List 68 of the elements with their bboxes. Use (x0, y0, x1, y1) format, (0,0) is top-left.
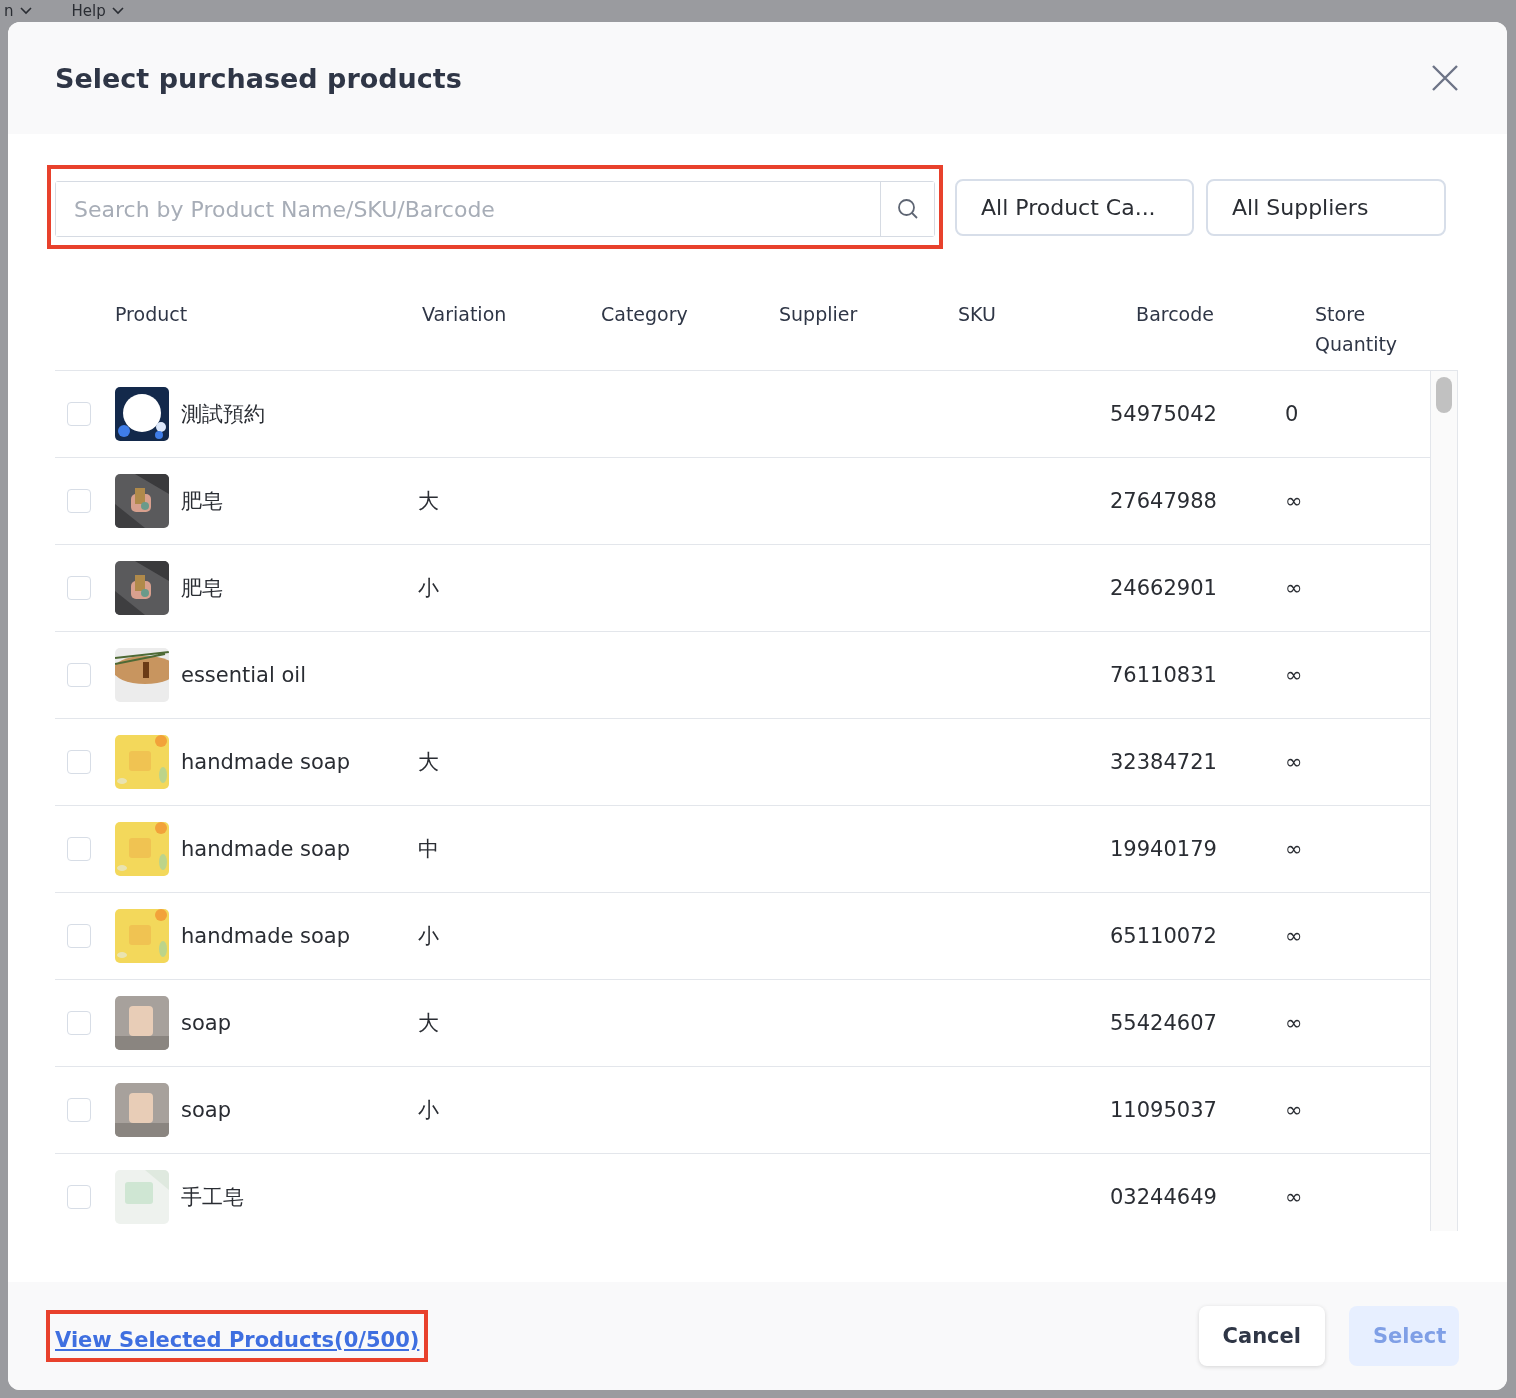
product-name: handmade soap (181, 837, 351, 861)
filter-dropdown[interactable]: All Product Ca... (955, 178, 1194, 236)
product-name: handmade soap (181, 750, 351, 774)
product-name: soap (181, 1098, 231, 1122)
barcode-cell-text: 32384721 (1110, 750, 1218, 774)
column-header: Supplier (779, 302, 859, 327)
nav-menu-item[interactable]: Help (71, 2, 106, 20)
close-button[interactable] (1431, 64, 1459, 92)
column-header: Variation (421, 302, 508, 327)
barcode-cell-text: 03244649 (1110, 1185, 1218, 1209)
quantity-cell: ∞ (1285, 663, 1303, 687)
search-icon[interactable] (880, 182, 934, 236)
column-header: Product (115, 302, 189, 327)
row-checkbox[interactable] (67, 924, 91, 948)
product-name: handmade soap (181, 924, 351, 948)
chevron-down-icon (19, 7, 32, 15)
row-checkbox[interactable] (67, 1185, 91, 1209)
quantity-cell: ∞ (1285, 924, 1303, 948)
row-checkbox[interactable] (67, 402, 91, 426)
barcode-cell-text: 19940179 (1110, 837, 1218, 861)
quantity-cell: ∞ (1285, 1098, 1303, 1122)
nav-menu-item[interactable]: n (4, 2, 14, 20)
quantity-cell: ∞ (1285, 576, 1303, 600)
row-checkbox[interactable] (67, 1098, 91, 1122)
quantity-cell: ∞ (1285, 750, 1303, 774)
row-checkbox[interactable] (67, 489, 91, 513)
search-field[interactable]: Search by Product Name/SKU/Barcode (55, 181, 935, 237)
variation-cell-text: 大 (418, 488, 440, 515)
variation-cell-text: 中 (418, 836, 440, 863)
column-header: Store Quantity (1314, 302, 1399, 357)
dialog-title: Select purchased products (55, 62, 462, 94)
column-header: Category (601, 302, 689, 327)
scrollbar[interactable] (1430, 371, 1458, 1231)
product-name: soap (181, 1011, 231, 1035)
barcode-cell-text: 27647988 (1110, 489, 1218, 513)
barcode-cell-text: 65110072 (1110, 924, 1218, 948)
row-checkbox[interactable] (67, 576, 91, 600)
scrollbar-thumb[interactable] (1436, 377, 1452, 413)
product-name: 測試預約 (181, 401, 265, 428)
variation-cell-text: 小 (418, 575, 440, 602)
column-header: SKU (958, 302, 997, 327)
barcode-cell-text: 54975042 (1110, 402, 1218, 426)
variation-cell-text: 大 (418, 1010, 440, 1037)
variation-cell-text: 小 (418, 923, 440, 950)
quantity-cell: ∞ (1285, 837, 1303, 861)
row-checkbox[interactable] (67, 1011, 91, 1035)
row-checkbox[interactable] (67, 663, 91, 687)
variation-cell-text: 小 (418, 1097, 440, 1124)
column-header: Barcode (1135, 302, 1215, 327)
product-name: 肥皂 (181, 488, 223, 515)
product-name: 肥皂 (181, 575, 223, 602)
filter-dropdown[interactable]: All Suppliers (1206, 178, 1446, 236)
quantity-cell: ∞ (1285, 1011, 1303, 1035)
row-checkbox[interactable] (67, 837, 91, 861)
quantity-cell: ∞ (1285, 1185, 1303, 1209)
variation-cell-text: 大 (418, 749, 440, 776)
product-name: essential oil (181, 663, 306, 687)
product-name: 手工皂 (181, 1184, 244, 1211)
barcode-cell-text: 55424607 (1110, 1011, 1218, 1035)
quantity-cell: ∞ (1285, 489, 1303, 513)
cancel-button[interactable]: Cancel (1198, 1306, 1325, 1366)
view-selected-link[interactable]: View Selected Products(0/500) (55, 1328, 420, 1352)
barcode-cell-text: 24662901 (1110, 576, 1218, 600)
chevron-down-icon (111, 7, 124, 15)
barcode-cell-text: 76110831 (1110, 663, 1218, 687)
row-checkbox[interactable] (67, 750, 91, 774)
barcode-cell-text: 11095037 (1110, 1098, 1218, 1122)
quantity-cell: 0 (1285, 402, 1299, 426)
